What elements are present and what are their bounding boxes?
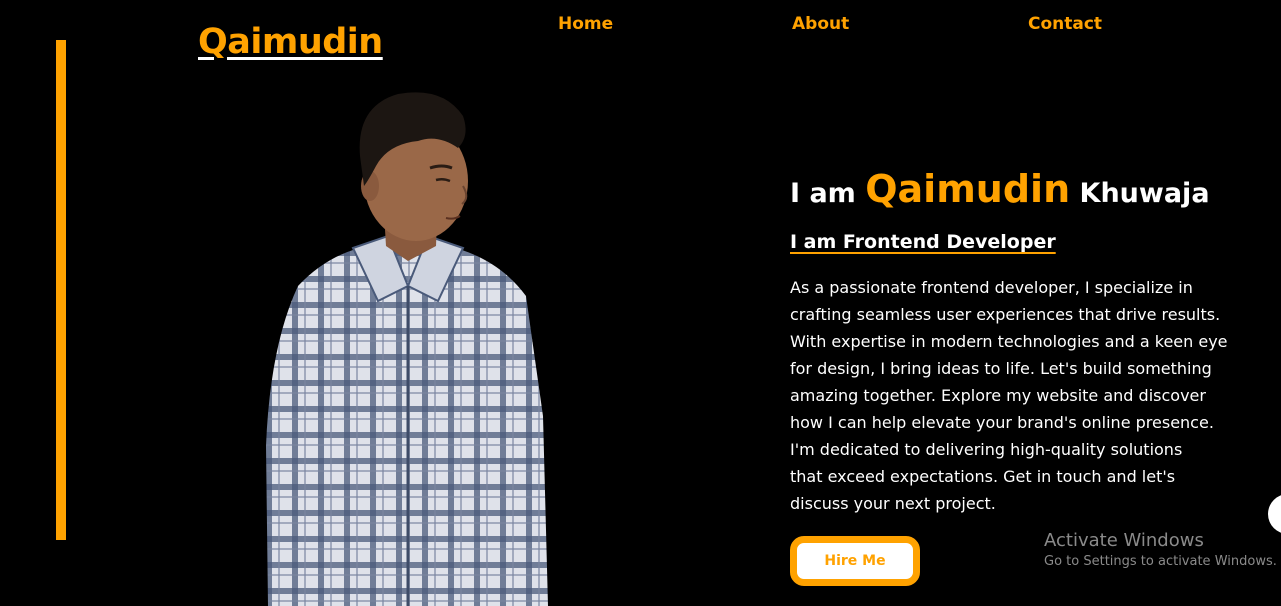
hero-bio: As a passionate frontend developer, I sp…: [790, 274, 1228, 517]
watermark-title: Activate Windows: [1044, 530, 1204, 551]
profile-photo: [266, 92, 548, 606]
bio-line: As a passionate frontend developer, I sp…: [790, 278, 1193, 297]
bio-line: for design, I bring ideas to life. Let's…: [790, 359, 1212, 378]
accent-bar: [56, 40, 66, 540]
hero-last-name: Khuwaja: [1079, 178, 1210, 209]
bio-line: crafting seamless user experiences that …: [790, 305, 1221, 324]
hero-subtitle: I am Frontend Developer: [790, 231, 1056, 253]
activate-windows-watermark: Activate Windows Go to Settings to activ…: [1044, 530, 1277, 572]
bio-line: that exceed expectations. Get in touch a…: [790, 467, 1176, 486]
nav-link-about[interactable]: About: [792, 13, 849, 35]
hero-greeting: I am: [790, 178, 856, 209]
bio-line: how I can help elevate your brand's onli…: [790, 413, 1214, 432]
hire-me-button[interactable]: Hire Me: [790, 536, 920, 586]
bio-line: amazing together. Explore my website and…: [790, 386, 1206, 405]
floating-action-button[interactable]: [1268, 494, 1281, 534]
bio-line: discuss your next project.: [790, 494, 996, 513]
watermark-subtitle: Go to Settings to activate Windows.: [1044, 554, 1277, 569]
bio-line: With expertise in modern technologies an…: [790, 332, 1228, 351]
hero-first-name: Qaimudin: [865, 167, 1071, 211]
nav-link-contact[interactable]: Contact: [1028, 13, 1102, 35]
site-logo[interactable]: Qaimudin: [198, 20, 383, 64]
nav-link-home[interactable]: Home: [558, 13, 613, 35]
hero-heading: I am Qaimudin Khuwaja: [790, 164, 1210, 219]
bio-line: I'm dedicated to delivering high-quality…: [790, 440, 1183, 459]
